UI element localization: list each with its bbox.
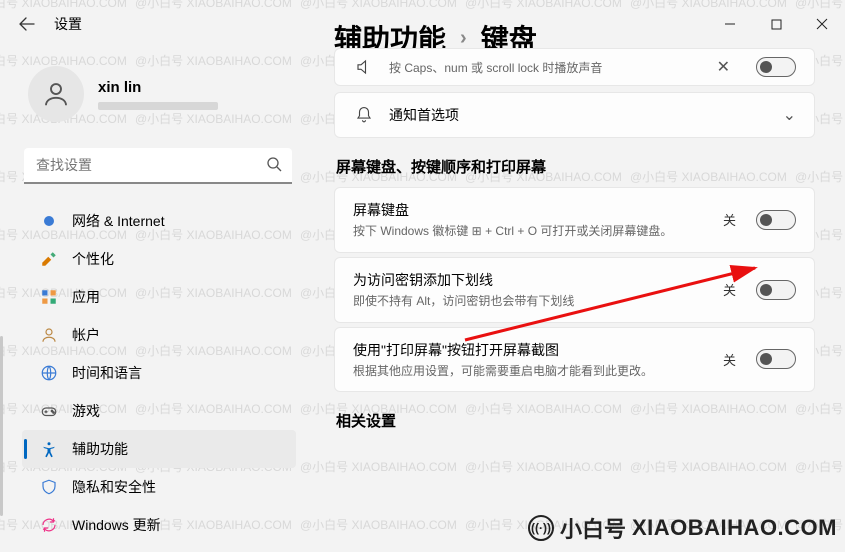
card-sound-partial[interactable]: 按 Caps、num 或 scroll lock 时播放声音 ✕ xyxy=(334,48,815,86)
section-title: 屏幕键盘、按键顺序和打印屏幕 xyxy=(336,156,813,177)
card-title: 为访问密钥添加下划线 xyxy=(353,270,709,290)
sidebar-item-1[interactable]: 个性化 xyxy=(22,240,296,278)
toggle-state: 关 xyxy=(723,210,736,229)
minimize-icon xyxy=(724,18,736,30)
sidebar-item-0[interactable]: 网络 & Internet xyxy=(22,202,296,240)
back-button[interactable] xyxy=(8,5,46,43)
sidebar-item-5[interactable]: 游戏 xyxy=(22,392,296,430)
#1f6feb-icon xyxy=(40,212,58,230)
sidebar-item-label: 网络 & Internet xyxy=(72,211,165,231)
setting-card-2: 使用"打印屏幕"按钮打开屏幕截图根据其他应用设置，可能需要重启电脑才能看到此更改… xyxy=(334,327,815,393)
bell-icon xyxy=(353,106,375,124)
watermark-domain: XIAOBAIHAO.COM xyxy=(632,515,837,541)
sidebar-item-label: 辅助功能 xyxy=(72,439,128,459)
user-name: xin lin xyxy=(98,79,218,96)
account-icon xyxy=(40,326,58,344)
search-box[interactable] xyxy=(24,148,292,184)
user-block[interactable]: xin lin xyxy=(20,56,296,142)
broadcast-icon: ((·)) xyxy=(528,515,554,541)
watermark-brand-text: 小白号 xyxy=(560,512,626,544)
card-title: 屏幕键盘 xyxy=(353,200,709,220)
main-pane: 辅助功能 › 键盘 按 Caps、num 或 scroll lock 时播放声音… xyxy=(312,0,845,552)
sidebar-item-label: 应用 xyxy=(72,287,100,307)
close-button[interactable] xyxy=(799,8,845,40)
search-input[interactable] xyxy=(24,148,292,184)
nav-list[interactable]: 网络 & Internet 个性化应用帐户时间和语言游戏辅助功能隐私和安全性 Win… xyxy=(20,202,296,544)
titlebar: 设置 xyxy=(0,0,845,48)
sidebar-item-label: 游戏 xyxy=(72,401,100,421)
card-title: 使用"打印屏幕"按钮打开屏幕截图 xyxy=(353,340,709,360)
toggle-state: 关 xyxy=(723,350,736,369)
toggle-switch[interactable] xyxy=(756,57,796,77)
close-icon xyxy=(816,18,828,30)
sidebar-item-4[interactable]: 时间和语言 xyxy=(22,354,296,392)
sidebar-item-label: 时间和语言 xyxy=(72,363,142,383)
update-icon xyxy=(40,516,58,534)
card-sub: 根据其他应用设置，可能需要重启电脑才能看到此更改。 xyxy=(353,363,709,380)
sidebar-item-label: 隐私和安全性 xyxy=(72,477,156,497)
card-sub: 按 Caps、num 或 scroll lock 时播放声音 xyxy=(389,60,703,77)
cards-scroll[interactable]: 按 Caps、num 或 scroll lock 时播放声音 ✕ 通知首选项 ⌄… xyxy=(334,48,821,552)
sound-icon xyxy=(353,58,375,76)
toggle-switch[interactable] xyxy=(756,210,796,230)
brush-icon xyxy=(40,250,58,268)
avatar-icon xyxy=(41,79,71,109)
globe-icon xyxy=(40,364,58,382)
card-notify-pref[interactable]: 通知首选项 ⌄ xyxy=(334,92,815,138)
card-sub: 按下 Windows 徽标键 ⊞ + Ctrl + O 可打开或关闭屏幕键盘。 xyxy=(353,223,709,240)
sidebar-item-label: 个性化 xyxy=(72,249,114,269)
avatar xyxy=(28,66,84,122)
sidebar-item-label: 帐户 xyxy=(72,325,100,345)
window-controls xyxy=(707,8,845,40)
chevron-down-icon: ⌄ xyxy=(783,105,796,125)
apps-icon xyxy=(40,288,58,306)
setting-card-0: 屏幕键盘按下 Windows 徽标键 ⊞ + Ctrl + O 可打开或关闭屏幕… xyxy=(334,187,815,253)
sidebar: xin lin 网络 & Internet 个性化应用帐户时间和语言游戏辅助功能隐… xyxy=(0,56,312,552)
back-arrow-icon xyxy=(19,16,35,32)
search-icon xyxy=(266,156,282,177)
sidebar-item-7[interactable]: 隐私和安全性 xyxy=(22,468,296,506)
user-subline xyxy=(98,102,218,110)
toggle-switch[interactable] xyxy=(756,349,796,369)
sidebar-item-label: Windows 更新 xyxy=(72,515,161,535)
maximize-icon xyxy=(771,19,782,30)
sidebar-item-3[interactable]: 帐户 xyxy=(22,316,296,354)
game-icon xyxy=(40,402,58,420)
access-icon xyxy=(40,440,58,458)
watermark-brand: ((·)) 小白号 XIAOBAIHAO.COM xyxy=(528,512,837,544)
setting-card-1: 为访问密钥添加下划线即使不持有 Alt，访问密钥也会带有下划线关 xyxy=(334,257,815,323)
sidebar-item-8[interactable]: Windows 更新 xyxy=(22,506,296,544)
related-title: 相关设置 xyxy=(336,410,813,431)
card-title: 通知首选项 xyxy=(389,105,769,125)
toggle-switch[interactable] xyxy=(756,280,796,300)
close-x-icon[interactable]: ✕ xyxy=(717,57,730,77)
card-sub: 即使不持有 Alt，访问密钥也会带有下划线 xyxy=(353,293,709,310)
shield-icon xyxy=(40,478,58,496)
sidebar-item-6[interactable]: 辅助功能 xyxy=(22,430,296,468)
app-title: 设置 xyxy=(54,14,82,34)
maximize-button[interactable] xyxy=(753,8,799,40)
sidebar-item-2[interactable]: 应用 xyxy=(22,278,296,316)
minimize-button[interactable] xyxy=(707,8,753,40)
toggle-state: 关 xyxy=(723,280,736,299)
